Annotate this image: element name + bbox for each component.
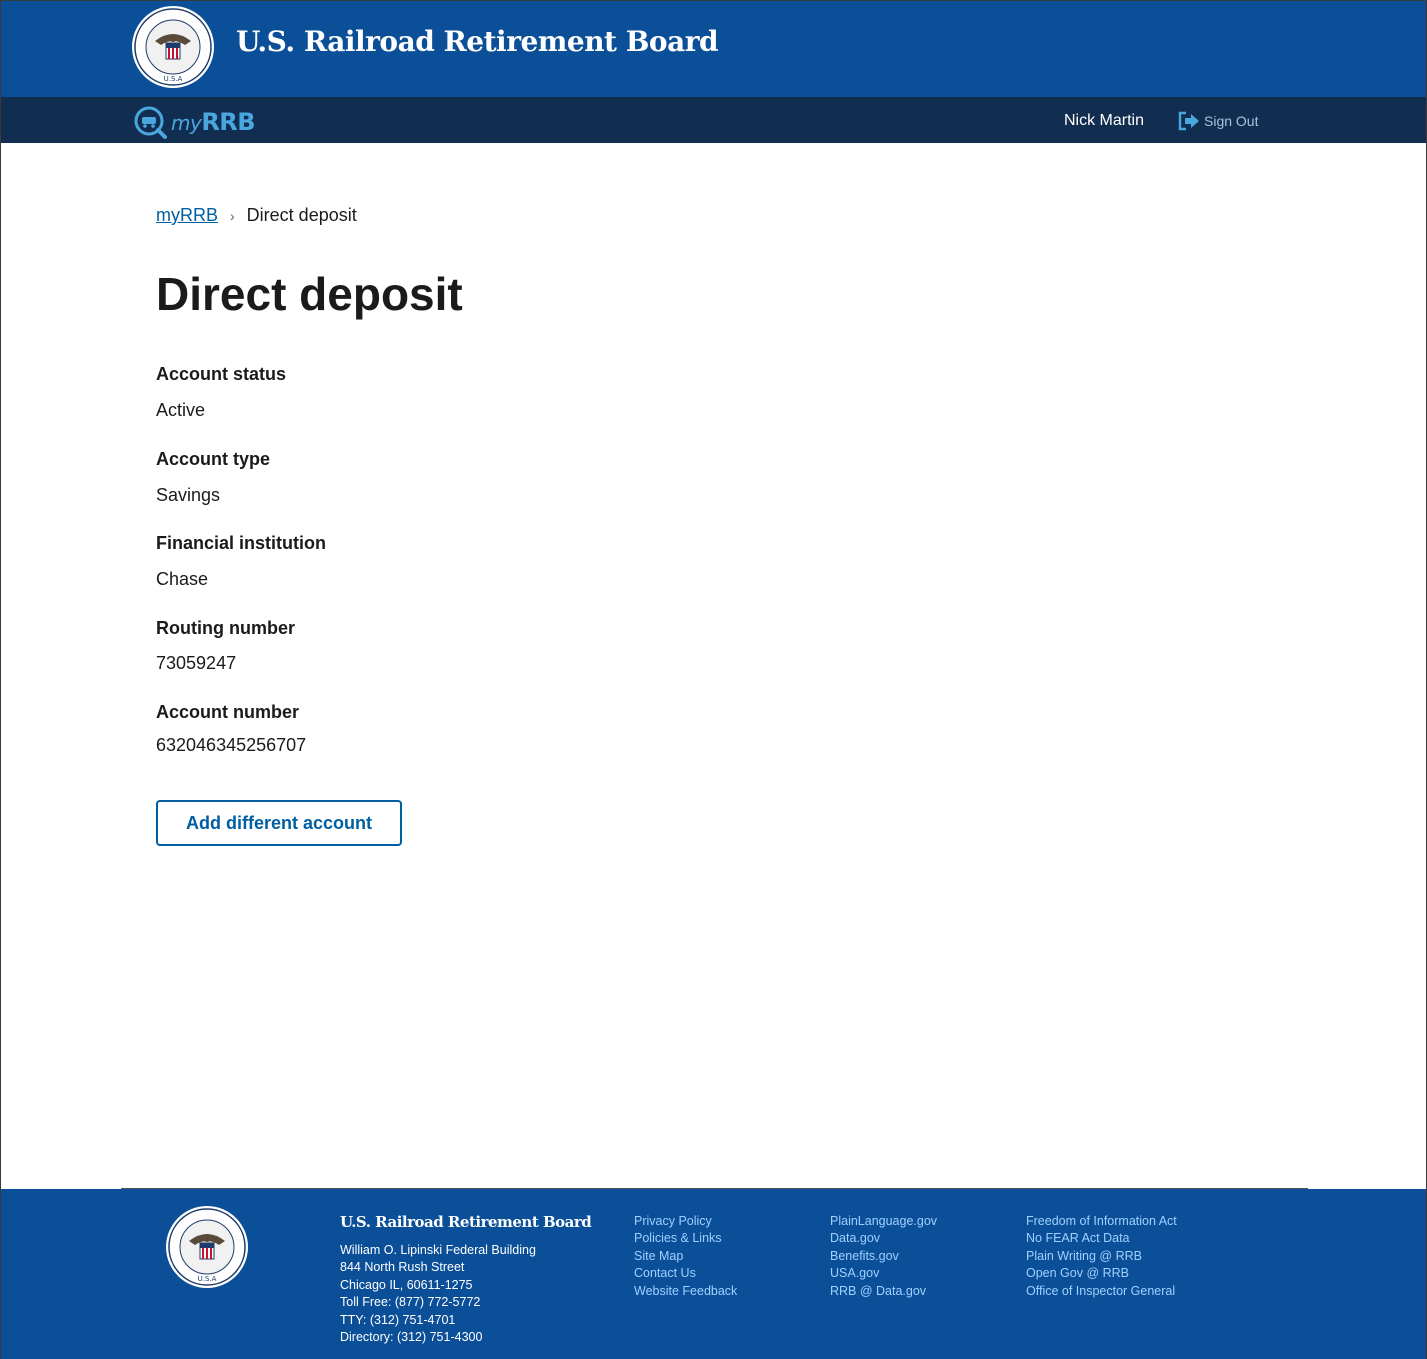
footer-address-line: 844 North Rush Street bbox=[340, 1260, 465, 1275]
account-number-label: Account number bbox=[156, 702, 300, 722]
footer-link-privacy-policy[interactable]: Privacy Policy bbox=[634, 1213, 737, 1230]
footer-links-col3: Freedom of Information Act No FEAR Act D… bbox=[1026, 1213, 1177, 1300]
svg-text:U.S.A: U.S.A bbox=[198, 1275, 217, 1283]
footer-address-line: William O. Lipinski Federal Building bbox=[340, 1243, 536, 1257]
footer-link-plainlanguage[interactable]: PlainLanguage.gov bbox=[830, 1213, 937, 1230]
breadcrumb-home-link[interactable]: myRRB bbox=[156, 205, 218, 226]
brand-prefix: my bbox=[171, 111, 202, 135]
footer-link-open-gov[interactable]: Open Gov @ RRB bbox=[1026, 1265, 1177, 1282]
footer-address: William O. Lipinski Federal Building 844… bbox=[340, 1242, 536, 1346]
footer-link-website-feedback[interactable]: Website Feedback bbox=[634, 1283, 737, 1300]
agency-title[interactable]: U.S. Railroad Retirement Board bbox=[236, 25, 719, 58]
footer-link-rrb-data-gov[interactable]: RRB @ Data.gov bbox=[830, 1283, 937, 1300]
myrrb-logo[interactable]: myRRB bbox=[133, 105, 256, 139]
financial-institution-label: Financial institution bbox=[156, 533, 326, 553]
brand-wordmark: myRRB bbox=[171, 108, 256, 136]
footer-address-line: Chicago IL, 60611-1275 bbox=[340, 1277, 473, 1292]
footer-links-col2: PlainLanguage.gov Data.gov Benefits.gov … bbox=[830, 1213, 937, 1300]
footer-tty: TTY: (312) 751-4701 bbox=[340, 1312, 456, 1327]
add-different-account-button[interactable]: Add different account bbox=[156, 800, 402, 846]
financial-institution-value: Chase bbox=[156, 569, 209, 589]
brand-suffix: RRB bbox=[201, 108, 256, 136]
account-type-label: Account type bbox=[156, 449, 271, 469]
footer-link-contact-us[interactable]: Contact Us bbox=[634, 1265, 737, 1282]
account-number-value: 632046345256707 bbox=[156, 735, 307, 755]
sign-out-button[interactable]: Sign Out bbox=[1178, 111, 1258, 131]
account-type-value: Savings bbox=[156, 485, 221, 505]
account-status-value: Active bbox=[156, 400, 206, 420]
breadcrumb-current: Direct deposit bbox=[246, 205, 357, 225]
footer-link-foia[interactable]: Freedom of Information Act bbox=[1026, 1213, 1177, 1230]
rrb-seal-logo[interactable]: U.S.A bbox=[131, 5, 215, 89]
routing-number-value: 73059247 bbox=[156, 653, 237, 673]
footer-link-data-gov[interactable]: Data.gov bbox=[830, 1230, 937, 1247]
footer-link-plain-writing[interactable]: Plain Writing @ RRB bbox=[1026, 1248, 1177, 1265]
page-title: Direct deposit bbox=[156, 268, 463, 320]
footer-directory: Directory: (312) 751-4300 bbox=[340, 1330, 483, 1345]
footer-link-inspector-general[interactable]: Office of Inspector General bbox=[1026, 1283, 1177, 1300]
user-name: Nick Martin bbox=[1064, 112, 1145, 129]
footer-org-name: U.S. Railroad Retirement Board bbox=[340, 1213, 592, 1231]
magnifier-train-icon bbox=[134, 106, 167, 139]
sign-out-label: Sign Out bbox=[1204, 113, 1259, 129]
breadcrumb: myRRB › Direct deposit bbox=[156, 205, 357, 226]
footer-toll-free: Toll Free: (877) 772-5772 bbox=[340, 1295, 481, 1310]
footer-link-site-map[interactable]: Site Map bbox=[634, 1248, 737, 1265]
footer-link-usa-gov[interactable]: USA.gov bbox=[830, 1265, 937, 1282]
sign-out-icon bbox=[1178, 111, 1199, 131]
footer-rrb-seal-logo: U.S.A bbox=[166, 1206, 248, 1288]
footer-link-benefits-gov[interactable]: Benefits.gov bbox=[830, 1248, 937, 1265]
chevron-right-icon: › bbox=[230, 207, 235, 224]
footer-links-col1: Privacy Policy Policies & Links Site Map… bbox=[634, 1213, 737, 1300]
footer-link-policies-links[interactable]: Policies & Links bbox=[634, 1230, 737, 1247]
routing-number-label: Routing number bbox=[156, 618, 295, 638]
svg-text:U.S.A: U.S.A bbox=[164, 75, 183, 83]
footer-link-no-fear-act[interactable]: No FEAR Act Data bbox=[1026, 1230, 1177, 1247]
account-status-label: Account status bbox=[156, 364, 287, 384]
